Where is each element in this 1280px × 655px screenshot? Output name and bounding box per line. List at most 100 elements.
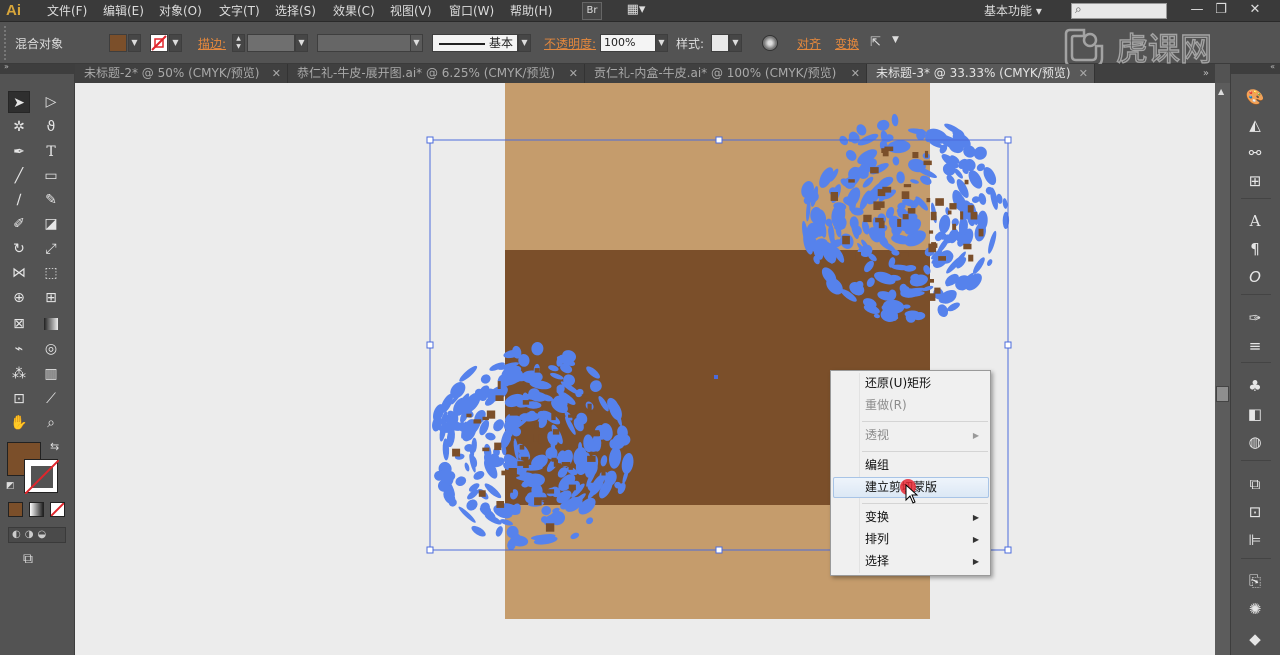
menu-type[interactable]: 文字(T) [219,0,260,22]
gradient-tool[interactable] [40,313,62,335]
menu-help[interactable]: 帮助(H) [510,0,552,22]
align-link[interactable]: 对齐 [797,35,821,52]
zoom-tool[interactable]: ⌕ [40,412,62,434]
stroke-weight-stepper[interactable]: ▲ ▼ [232,34,245,52]
control-menu-dropdown[interactable]: ▼ [892,35,899,45]
color-mode-button[interactable] [8,502,23,517]
menu-select[interactable]: 选择(S) [275,0,316,22]
brushes-panel-icon[interactable]: ✑ [1244,307,1266,329]
variable-width-dropdown[interactable]: ▼ [410,34,423,52]
links-icon[interactable]: ⚯ [1244,142,1266,164]
symbol-sprayer-tool[interactable]: ⁂ [8,363,30,385]
slice-tool[interactable]: ⟋ [40,388,62,410]
perspective-grid-tool[interactable]: ⊞ [40,287,62,309]
symbols-panel-icon[interactable]: ♣ [1244,375,1266,397]
stroke-weight-input[interactable] [247,34,295,52]
tab-gongrenli-expand[interactable]: 恭仁礼-牛皮-展开图.ai* @ 6.25% (CMYK/预览) ✕ [288,64,585,83]
paintbrush-tool[interactable]: ∕ [8,189,30,211]
layers-panel-icon[interactable]: ◆ [1244,628,1266,650]
eraser-tool[interactable]: ◪ [40,213,62,235]
shape-builder-tool[interactable]: ⊕ [8,287,30,309]
vertical-scrollbar[interactable]: ▲ [1215,83,1230,655]
tab-close-icon[interactable]: ✕ [569,64,578,83]
swatches-grid-icon[interactable]: ⊞ [1244,170,1266,192]
artboard-canvas[interactable] [75,83,1215,655]
swap-fill-stroke-icon[interactable]: ⇆ [50,440,59,453]
tab-gongrenli-inner-box[interactable]: 贡仁礼-内盒-牛皮.ai* @ 100% (CMYK/预览) ✕ [585,64,867,83]
lasso-tool[interactable]: ϑ [40,116,62,138]
none-mode-button[interactable] [50,502,65,517]
select-item[interactable]: 选择 ▶ [832,551,989,572]
tab-untitled-3[interactable]: 未标题-3* @ 33.33% (CMYK/预览) ✕ [867,64,1095,83]
align-panel-icon[interactable]: ⊫ [1244,529,1266,551]
tab-untitled-2[interactable]: 未标题-2* @ 50% (CMYK/预览) ✕ [75,64,288,83]
fill-dropdown[interactable]: ▼ [128,34,141,52]
gradient-panel-icon[interactable]: ◧ [1244,403,1266,425]
menu-object[interactable]: 对象(O) [159,0,202,22]
stroke-color-swatch[interactable] [150,34,168,52]
gradient-mode-button[interactable] [29,502,44,517]
magic-wand-tool[interactable]: ✲ [8,116,30,138]
variable-width-profile[interactable] [317,34,411,52]
tab-close-icon[interactable]: ✕ [272,64,281,83]
stroke-weight-dropdown[interactable]: ▼ [295,34,308,52]
brush-definition-select[interactable]: 基本 [432,34,518,52]
fill-color-swatch[interactable] [109,34,127,52]
appearance-panel-icon[interactable]: ✺ [1244,598,1266,620]
screen-mode-icon[interactable]: ⧉ [23,551,33,567]
opacity-dropdown[interactable]: ▼ [655,34,668,52]
transform-item[interactable]: 变换 ▶ [832,507,989,528]
artwork[interactable] [75,83,1215,655]
default-colors-icon[interactable]: ◩ [6,481,15,491]
redo-item[interactable]: 重做(R) [832,395,989,416]
undo-rectangle-item[interactable]: 还原(U)矩形 [832,373,989,394]
perspective-item[interactable]: 透视 ▶ [832,425,989,446]
character-panel-icon[interactable]: A [1244,210,1266,232]
drawing-modes[interactable]: ◐◑◒ [8,527,66,543]
transform-panel-icon[interactable]: ⊡ [1244,501,1266,523]
opacity-label-link[interactable]: 不透明度: [544,35,596,52]
line-tool[interactable]: ╱ [8,165,30,187]
help-search-input[interactable]: ⌕ [1071,2,1167,19]
menu-edit[interactable]: 编辑(E) [103,0,144,22]
free-transform-tool[interactable]: ⬚ [40,262,62,284]
rotate-tool[interactable]: ↻ [8,238,30,260]
scale-tool[interactable]: ⤢ [40,238,62,260]
isolate-icon[interactable]: ⇱ [870,35,881,50]
opentype-panel-icon[interactable]: O [1244,266,1266,288]
transform-link[interactable]: 变换 [835,35,859,52]
workspace-switcher[interactable]: 基本功能 ▾ [984,0,1042,22]
transparency-panel-icon[interactable]: ◍ [1244,431,1266,453]
hand-tool[interactable]: ✋ [8,412,30,434]
menu-view[interactable]: 视图(V) [390,0,432,22]
stroke-dropdown[interactable]: ▼ [169,34,182,52]
recolor-artwork-icon[interactable] [762,35,778,51]
scroll-up-icon[interactable]: ▲ [1218,87,1224,96]
type-tool[interactable]: T [40,141,62,163]
arrange-item[interactable]: 排列 ▶ [832,529,989,550]
stroke-color-box[interactable] [24,459,59,494]
graphic-style-dropdown[interactable]: ▼ [729,34,742,52]
tab-overflow-icon[interactable]: » [1203,64,1209,83]
direct-selection-tool[interactable]: ▷ [40,91,62,113]
rectangle-tool[interactable]: ▭ [40,165,62,187]
close-window-button[interactable]: ✕ [1244,0,1266,20]
pathfinder-panel-icon[interactable]: ⧉ [1244,473,1266,495]
color-guide-icon[interactable]: ◭ [1244,114,1266,136]
panel-grip[interactable] [4,26,7,60]
bridge-button[interactable]: Br [582,2,602,20]
tab-close-icon[interactable]: ✕ [1079,64,1088,83]
brush-dropdown[interactable]: ▼ [518,34,531,52]
blob-brush-tool[interactable]: ✐ [8,213,30,235]
graphic-style-swatch[interactable] [711,34,729,52]
menu-effect[interactable]: 效果(C) [333,0,375,22]
eyedropper-tool[interactable]: ⌁ [8,338,30,360]
asset-export-icon[interactable]: ⎘ [1244,570,1266,592]
group-item[interactable]: 编组 [832,455,989,476]
column-graph-tool[interactable]: ▥ [40,363,62,385]
scroll-thumb[interactable] [1216,386,1229,402]
dock-header[interactable]: « [1231,62,1280,74]
stroke-label-link[interactable]: 描边: [198,35,226,52]
artboard-tool[interactable]: ⊡ [8,388,30,410]
pen-tool[interactable]: ✒ [8,141,30,163]
